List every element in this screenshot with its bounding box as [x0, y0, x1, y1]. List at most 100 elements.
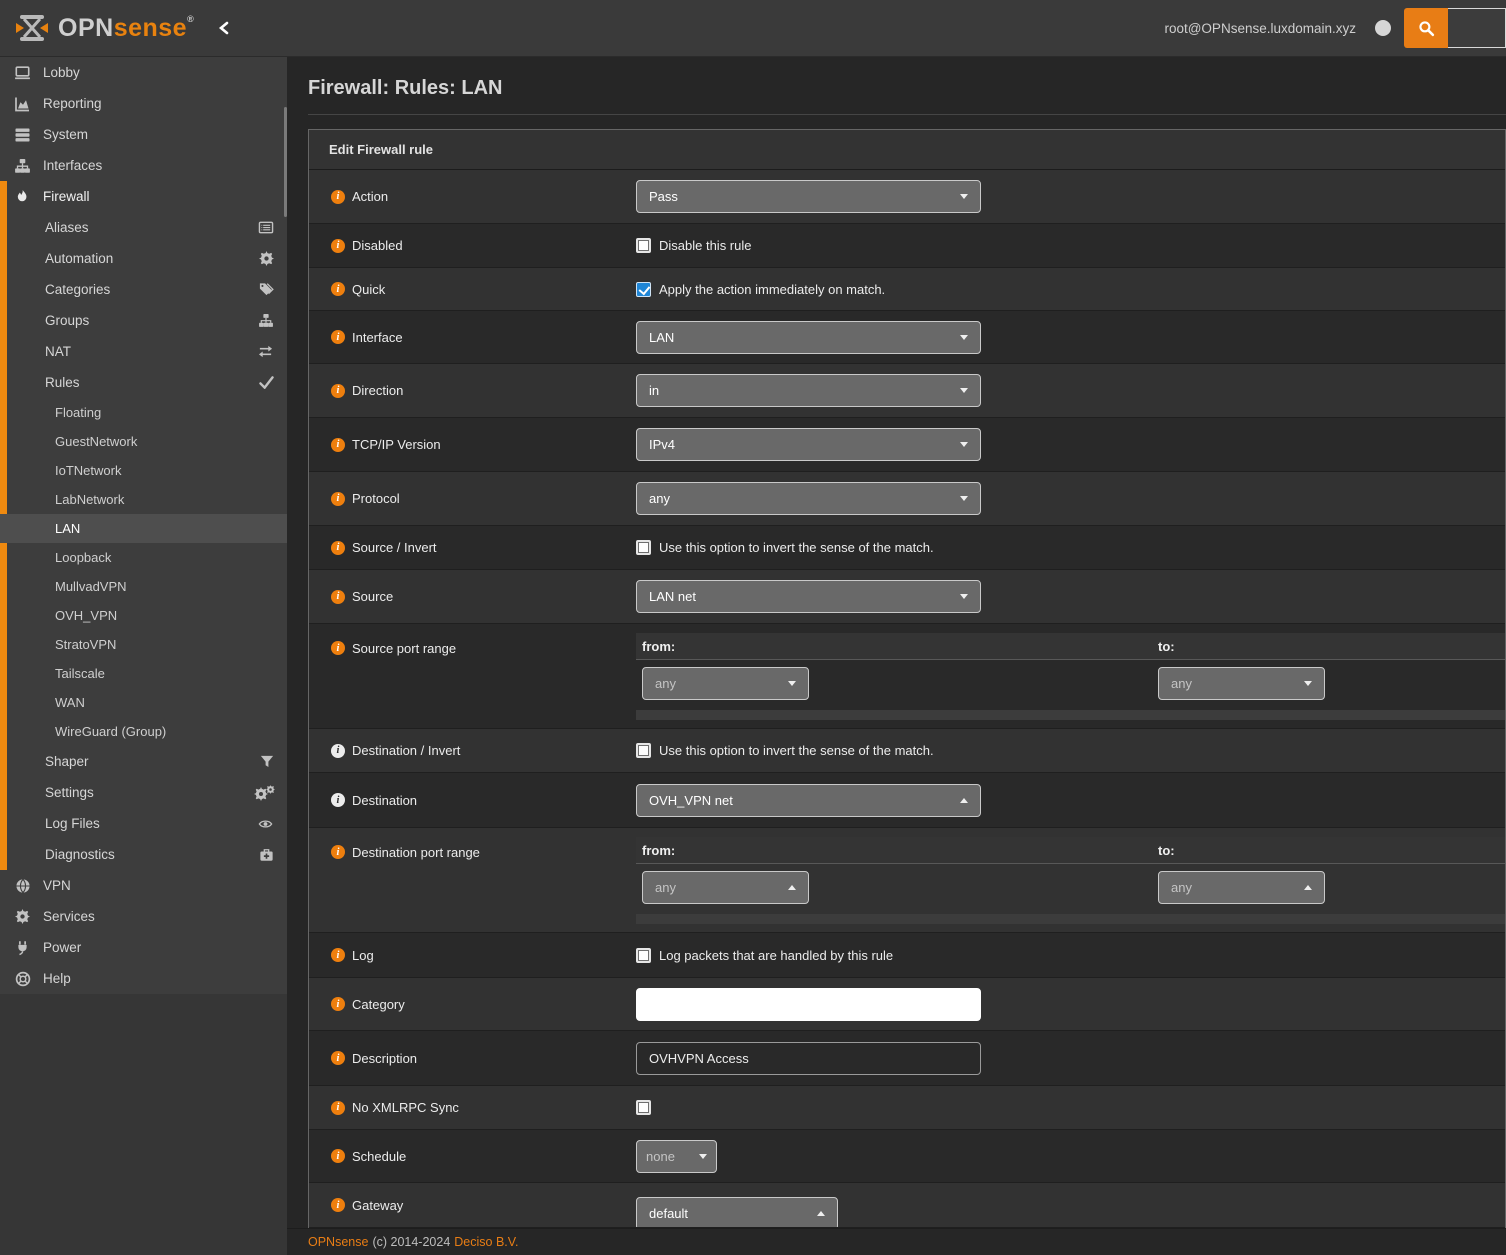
checkbox-label: Disable this rule — [659, 238, 752, 253]
info-icon[interactable] — [331, 190, 345, 204]
sidebar-item-firewall[interactable]: Firewall — [0, 181, 287, 212]
action-select[interactable]: Pass — [636, 180, 981, 213]
protocol-select[interactable]: any — [636, 482, 981, 515]
sidebar-item-wireguard-group[interactable]: WireGuard (Group) — [0, 717, 287, 746]
no-xmlrpc-sync-checkbox[interactable] — [636, 1100, 651, 1115]
sidebar-item-wan[interactable]: WAN — [0, 688, 287, 717]
sidebar-item-label: Lobby — [43, 65, 80, 80]
sidebar-item-nat[interactable]: NAT — [0, 336, 287, 367]
info-icon[interactable] — [331, 641, 345, 655]
selected-value: any — [649, 491, 670, 506]
source-port-to-select[interactable]: any — [1158, 667, 1325, 700]
info-icon[interactable] — [331, 282, 345, 296]
sidebar-item-reporting[interactable]: Reporting — [0, 88, 287, 119]
gateway-select[interactable]: default — [636, 1197, 838, 1228]
sidebar-item-vpn[interactable]: VPN — [0, 870, 287, 901]
selected-value: any — [655, 676, 676, 691]
sidebar-item-tailscale[interactable]: Tailscale — [0, 659, 287, 688]
sidebar-item-lobby[interactable]: Lobby — [0, 57, 287, 88]
info-icon[interactable] — [331, 590, 345, 604]
sidebar-item-label: OVH_VPN — [55, 608, 117, 623]
sidebar-item-loopback[interactable]: Loopback — [0, 543, 287, 572]
caret-up-icon — [788, 885, 796, 890]
source-select[interactable]: LAN net — [636, 580, 981, 613]
deciso-link[interactable]: Deciso B.V. — [454, 1235, 518, 1249]
source-port-from-select[interactable]: any — [642, 667, 809, 700]
info-icon[interactable] — [331, 1198, 345, 1212]
info-icon[interactable] — [331, 1149, 345, 1163]
checkbox-label: Use this option to invert the sense of t… — [659, 743, 934, 758]
disabled-checkbox[interactable] — [636, 238, 651, 253]
schedule-select[interactable]: none — [636, 1140, 717, 1173]
info-icon[interactable] — [331, 845, 345, 859]
globe-icon — [13, 878, 32, 894]
source-invert-checkbox[interactable] — [636, 540, 651, 555]
sidebar-item-guestnetwork[interactable]: GuestNetwork — [0, 427, 287, 456]
sidebar-item-system[interactable]: System — [0, 119, 287, 150]
search-button[interactable] — [1404, 8, 1448, 48]
horizontal-scrollbar[interactable] — [636, 710, 1505, 720]
sidebar-item-categories[interactable]: Categories — [0, 274, 287, 305]
sidebar-item-rules[interactable]: Rules — [0, 367, 287, 398]
sidebar-collapse-chevron-left-icon[interactable] — [218, 21, 230, 35]
category-input[interactable] — [636, 988, 981, 1021]
horizontal-scrollbar[interactable] — [636, 914, 1505, 924]
search-input[interactable] — [1448, 8, 1506, 48]
info-icon[interactable] — [331, 438, 345, 452]
gear-icon — [259, 251, 274, 266]
sidebar-item-log-files[interactable]: Log Files — [0, 808, 287, 839]
top-bar: OPNsense® root@OPNsense.luxdomain.xyz — [0, 0, 1506, 57]
sidebar-item-stratovpn[interactable]: StratoVPN — [0, 630, 287, 659]
sidebar-item-groups[interactable]: Groups — [0, 305, 287, 336]
log-checkbox[interactable] — [636, 948, 651, 963]
sidebar-item-aliases[interactable]: Aliases — [0, 212, 287, 243]
to-column-header: to: — [1152, 843, 1505, 858]
sidebar-item-interfaces[interactable]: Interfaces — [0, 150, 287, 181]
brand-logo[interactable]: OPNsense® — [0, 13, 287, 43]
destination-port-from-select[interactable]: any — [642, 871, 809, 904]
destination-port-range-table: from: to: any any — [636, 828, 1505, 924]
info-icon[interactable] — [331, 1101, 345, 1115]
sidebar-item-ovh-vpn[interactable]: OVH_VPN — [0, 601, 287, 630]
row-source: Source LAN net — [309, 570, 1505, 624]
sidebar-item-services[interactable]: Services — [0, 901, 287, 932]
sidebar-item-power[interactable]: Power — [0, 932, 287, 963]
sidebar-item-automation[interactable]: Automation — [0, 243, 287, 274]
sidebar-item-label: Reporting — [43, 96, 102, 111]
sidebar-item-floating[interactable]: Floating — [0, 398, 287, 427]
row-protocol: Protocol any — [309, 472, 1505, 526]
tags-icon — [258, 282, 274, 297]
sidebar-item-mullvadvpn[interactable]: MullvadVPN — [0, 572, 287, 601]
info-icon[interactable] — [331, 541, 345, 555]
to-column-header: to: — [1152, 639, 1505, 654]
info-icon[interactable] — [331, 793, 345, 807]
interface-select[interactable]: LAN — [636, 321, 981, 354]
sidebar-item-help[interactable]: Help — [0, 963, 287, 994]
sidebar-item-label: LabNetwork — [55, 492, 124, 507]
quick-checkbox[interactable] — [636, 282, 651, 297]
info-icon[interactable] — [331, 384, 345, 398]
sidebar-item-lan[interactable]: LAN — [0, 514, 287, 543]
direction-select[interactable]: in — [636, 374, 981, 407]
destination-invert-checkbox[interactable] — [636, 743, 651, 758]
tcpip-version-select[interactable]: IPv4 — [636, 428, 981, 461]
sidebar-item-labnetwork[interactable]: LabNetwork — [0, 485, 287, 514]
description-input[interactable] — [636, 1042, 981, 1075]
info-icon[interactable] — [331, 1051, 345, 1065]
caret-down-icon — [788, 681, 796, 686]
search-icon — [1418, 20, 1435, 37]
info-icon[interactable] — [331, 239, 345, 253]
opnsense-link[interactable]: OPNsense — [308, 1235, 368, 1249]
sidebar-item-shaper[interactable]: Shaper — [0, 746, 287, 777]
info-icon[interactable] — [331, 997, 345, 1011]
info-icon[interactable] — [331, 492, 345, 506]
sidebar-item-label: Rules — [45, 375, 80, 390]
destination-select[interactable]: OVH_VPN net — [636, 784, 981, 817]
info-icon[interactable] — [331, 948, 345, 962]
info-icon[interactable] — [331, 330, 345, 344]
sidebar-item-settings[interactable]: Settings — [0, 777, 287, 808]
sidebar-item-iotnetwork[interactable]: IoTNetwork — [0, 456, 287, 485]
info-icon[interactable] — [331, 744, 345, 758]
destination-port-to-select[interactable]: any — [1158, 871, 1325, 904]
sidebar-item-diagnostics[interactable]: Diagnostics — [0, 839, 287, 870]
